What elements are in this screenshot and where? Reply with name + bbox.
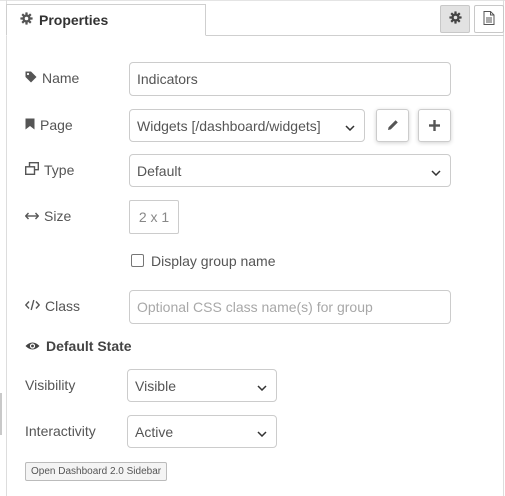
frame-top-border <box>0 0 505 1</box>
visibility-select[interactable]: Visible <box>127 369 277 402</box>
frame-left-border <box>6 0 7 496</box>
name-label: Name <box>25 70 79 86</box>
chevron-down-icon <box>431 163 441 179</box>
display-group-name-checkbox[interactable] <box>131 254 144 267</box>
class-label: Class <box>24 298 81 314</box>
default-state-heading: Default State <box>25 338 132 354</box>
size-picker[interactable]: 2 x 1 <box>129 200 179 234</box>
document-icon <box>483 10 495 28</box>
page-label: Page <box>25 117 73 133</box>
visibility-label-text: Visibility <box>25 377 76 393</box>
class-label-text: Class <box>45 298 81 314</box>
chevron-down-icon <box>257 378 267 394</box>
frame-right-border <box>503 0 504 496</box>
visibility-select-value: Visible <box>135 377 176 394</box>
plus-icon <box>429 118 440 134</box>
tab-properties[interactable]: Properties <box>6 4 206 36</box>
code-icon <box>24 298 45 314</box>
page-select-value: Widgets [/dashboard/widgets] <box>137 117 321 134</box>
visibility-label: Visibility <box>25 377 75 393</box>
interactivity-label: Interactivity <box>25 423 96 439</box>
interactivity-select-value: Active <box>135 423 174 440</box>
scroll-indicator <box>0 393 2 435</box>
open-dashboard-sidebar-label: Open Dashboard 2.0 Sidebar <box>31 466 162 477</box>
arrows-horizontal-icon <box>24 208 44 224</box>
class-input-placeholder: Optional CSS class name(s) for group <box>137 299 373 315</box>
type-select[interactable]: Default <box>129 154 451 187</box>
page-select[interactable]: Widgets [/dashboard/widgets] <box>129 109 365 142</box>
gear-icon <box>20 12 39 28</box>
window-restore-icon <box>24 161 44 178</box>
name-field[interactable]: Indicators <box>129 62 451 96</box>
tab-properties-label: Properties <box>39 12 109 28</box>
class-input[interactable]: Optional CSS class name(s) for group <box>129 290 451 324</box>
chevron-down-icon <box>257 424 267 440</box>
tag-icon <box>25 70 42 86</box>
open-dashboard-sidebar-button[interactable]: Open Dashboard 2.0 Sidebar <box>25 462 168 481</box>
name-label-text: Name <box>42 70 80 86</box>
edit-page-button[interactable] <box>376 109 409 142</box>
add-page-button[interactable] <box>418 109 451 142</box>
type-select-value: Default <box>137 162 182 179</box>
description-tool-button[interactable] <box>474 5 504 33</box>
size-label: Size <box>24 208 72 224</box>
eye-icon <box>25 338 46 354</box>
chevron-down-icon <box>345 118 355 134</box>
size-value: 2 x 1 <box>138 209 170 225</box>
gear-icon <box>448 11 462 27</box>
page-label-text: Page <box>40 117 73 133</box>
bookmark-icon <box>25 117 40 133</box>
settings-tool-button[interactable] <box>440 5 470 33</box>
size-label-text: Size <box>44 208 72 224</box>
default-state-title: Default State <box>46 338 132 354</box>
display-group-name-label: Display group name <box>151 253 276 269</box>
name-field-value: Indicators <box>137 71 198 87</box>
pencil-icon <box>387 118 399 134</box>
interactivity-select[interactable]: Active <box>127 415 277 448</box>
interactivity-label-text: Interactivity <box>25 423 96 439</box>
type-label: Type <box>24 161 75 178</box>
type-label-text: Type <box>44 162 75 178</box>
